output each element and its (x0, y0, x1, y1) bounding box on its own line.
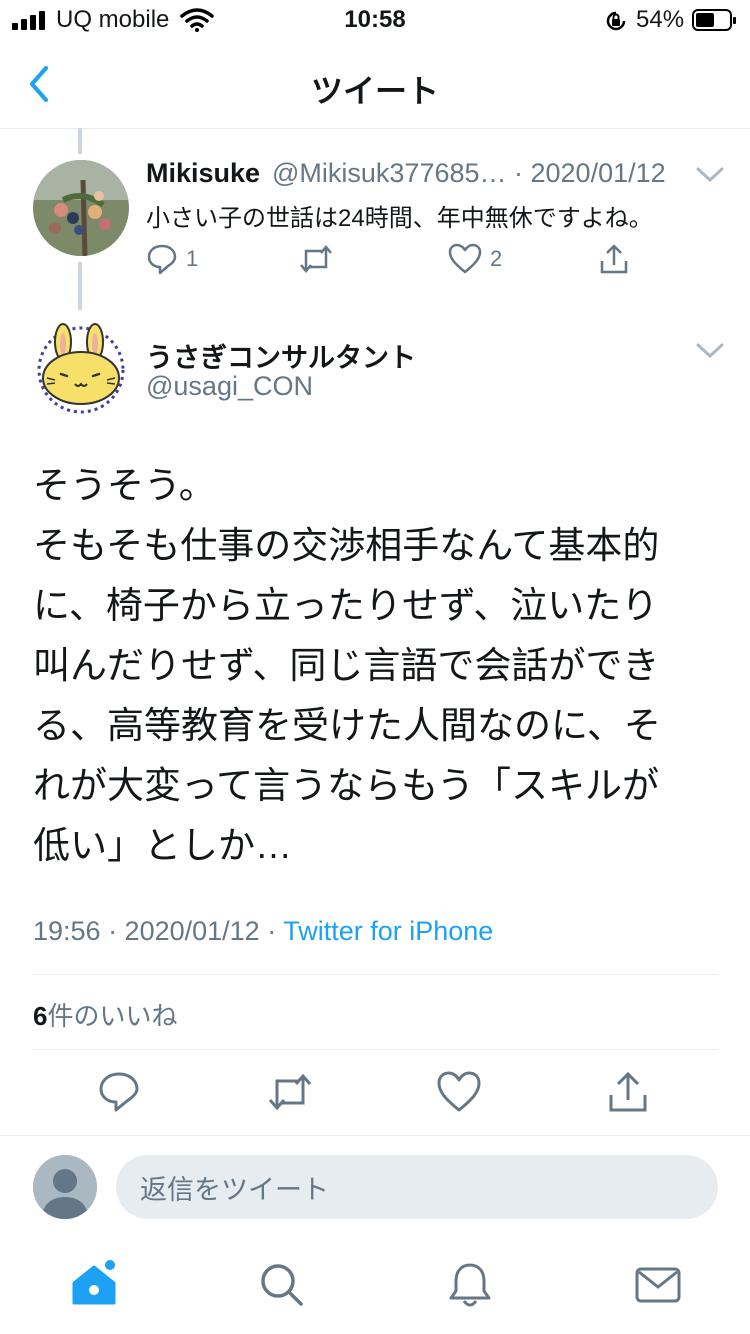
battery-icon (692, 9, 736, 31)
tweet-text-line: そうそう。 (33, 465, 216, 506)
reply-icon[interactable] (97, 1070, 141, 1114)
avatar[interactable] (33, 318, 129, 414)
tweet-timestamp: 19:56 · 2020/01/12 · (33, 916, 284, 946)
tweet-text-line: そもそも仕事の交渉相手なんて基本的 (33, 525, 660, 566)
tweet-text-line: る、高等教育を受けた人間なのに、そ (33, 705, 661, 746)
author-handle: @usagi_CON (146, 371, 313, 401)
retweet-icon (300, 245, 332, 273)
reply-icon (147, 244, 177, 275)
reply-placeholder: 返信をツイート (140, 1174, 329, 1205)
retweet-button[interactable] (298, 242, 334, 276)
avatar[interactable] (33, 160, 129, 256)
thread-line-connector (78, 262, 82, 310)
tweet-text-line: 叫んだりせず、同じ言語で会話ができ (33, 645, 660, 686)
chevron-down-icon[interactable] (696, 165, 724, 185)
tab-bar (0, 1245, 750, 1334)
share-icon[interactable] (606, 1070, 650, 1114)
retweet-icon[interactable] (266, 1070, 314, 1114)
tweet-text-line: に、椅子から立ったりせず、泣いたり (33, 585, 659, 626)
page-title: ツイート (310, 73, 439, 109)
share-icon (600, 244, 628, 274)
tweet-text-line: 低い」としか… (33, 825, 292, 866)
my-avatar[interactable] (33, 1155, 97, 1219)
battery-percent: 54% (636, 6, 685, 33)
heart-icon[interactable] (436, 1070, 482, 1114)
messages-envelope-icon[interactable] (632, 1259, 684, 1311)
flower-photo-avatar-image (33, 160, 129, 256)
home-icon[interactable] (68, 1259, 120, 1311)
search-icon[interactable] (256, 1259, 308, 1311)
tweet-text: 小さい子の世話は24時間、年中無休ですよね。 (146, 205, 653, 232)
tweet-source-link[interactable]: Twitter for iPhone (283, 916, 493, 946)
divider (33, 1049, 718, 1050)
like-summary[interactable]: 6件のいいね (33, 996, 177, 1033)
reply-count: 1 (186, 246, 199, 271)
default-user-icon (33, 1155, 97, 1219)
status-bar: UQ mobile 10:58 54% (0, 0, 750, 40)
tweet-text-line: れが大変って言うならもう「スキルが (33, 765, 660, 806)
chevron-down-icon[interactable] (696, 341, 724, 361)
author-name[interactable]: うさぎコンサルタント (146, 336, 416, 375)
divider (33, 974, 718, 975)
share-button[interactable] (598, 242, 630, 276)
reply-button[interactable]: 1 (146, 242, 198, 276)
reply-input[interactable]: 返信をツイート (116, 1155, 718, 1219)
heart-icon (448, 243, 482, 274)
navigation-bar: ツイート (0, 40, 750, 129)
author-name[interactable]: Mikisuke (146, 158, 260, 189)
orientation-lock-icon (606, 11, 626, 31)
rabbit-avatar-image (33, 318, 129, 414)
notifications-bell-icon[interactable] (444, 1259, 496, 1311)
tweet-meta: 19:56 · 2020/01/12 · Twitter for iPhone (33, 916, 493, 947)
like-count: 2 (490, 246, 503, 271)
like-total: 6 (33, 1001, 48, 1031)
author-handle-date: @Mikisuk377685… · 2020/01/12 (272, 158, 666, 188)
thread-line-top (78, 128, 82, 154)
like-label: 件のいいね (47, 1001, 178, 1031)
tweet-body: そうそう。 そもそも仕事の交渉相手なんて基本的 に、椅子から立ったりせず、泣いた… (33, 456, 713, 876)
like-button[interactable]: 2 (448, 242, 502, 276)
